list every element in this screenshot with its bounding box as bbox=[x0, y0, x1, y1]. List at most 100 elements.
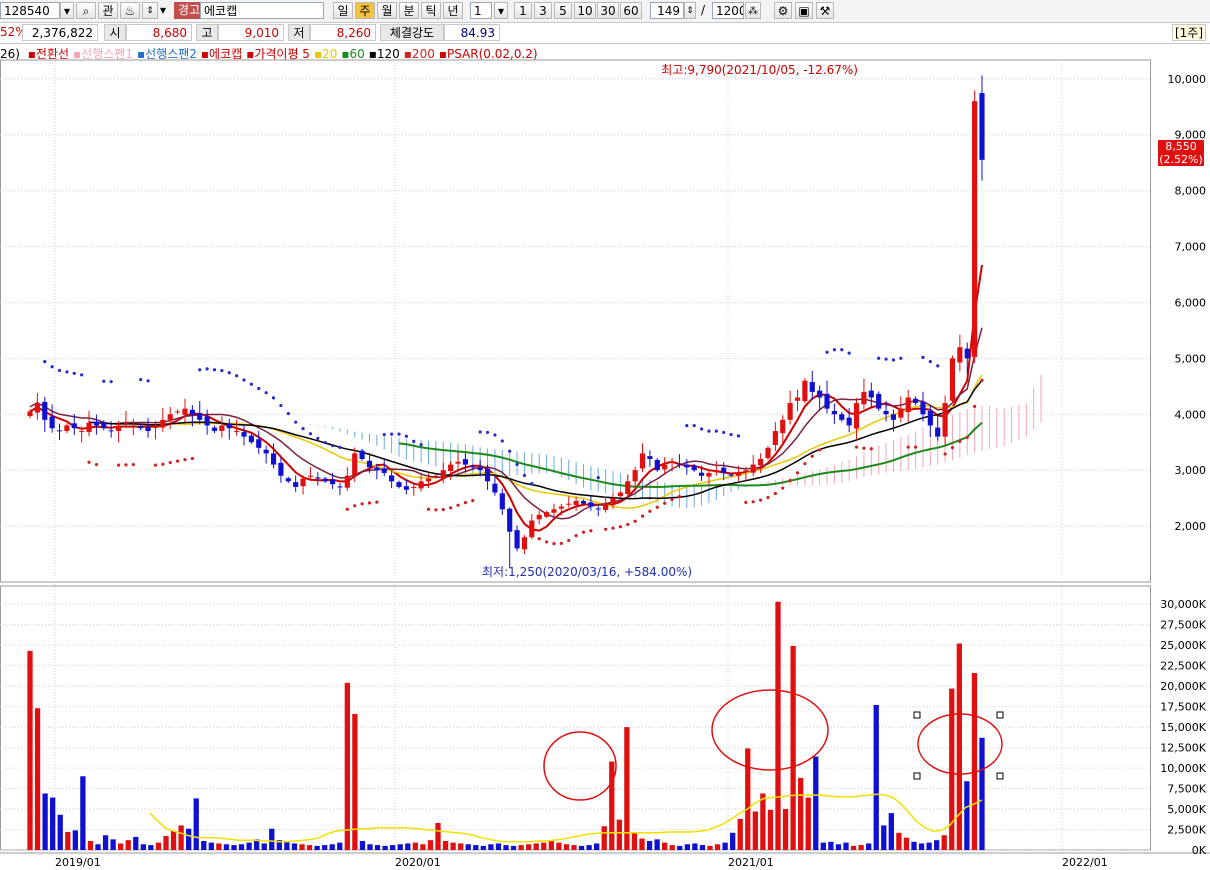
selection-handle bbox=[913, 772, 921, 780]
candle-body bbox=[912, 398, 919, 404]
candle-body bbox=[905, 397, 911, 413]
volume-bar bbox=[382, 845, 388, 850]
candle-body bbox=[691, 465, 697, 471]
volume-bar bbox=[813, 756, 819, 850]
psar-dot bbox=[795, 471, 800, 475]
candle-body bbox=[448, 464, 454, 472]
volume-bar bbox=[34, 708, 41, 850]
psar-dot bbox=[581, 530, 586, 534]
volume-bar bbox=[903, 837, 910, 850]
volume-bar bbox=[956, 643, 962, 850]
psar-dot bbox=[648, 509, 652, 513]
psar-dot bbox=[426, 507, 431, 511]
volume-bar bbox=[782, 809, 789, 850]
volume-bar bbox=[178, 825, 184, 850]
volume-tick-label: 30,000K bbox=[1160, 598, 1206, 611]
psar-dot bbox=[50, 365, 54, 369]
candle-body bbox=[381, 468, 387, 473]
volume-bar bbox=[526, 844, 532, 850]
volume-bar bbox=[775, 601, 781, 850]
psar-dot bbox=[744, 500, 748, 504]
psar-dot bbox=[264, 391, 268, 395]
volume-bar bbox=[518, 845, 524, 850]
candle-body bbox=[189, 409, 195, 415]
volume-bar bbox=[541, 842, 547, 850]
candle-body bbox=[359, 450, 365, 459]
price-tick-label: 5,000 bbox=[1175, 352, 1207, 365]
volume-bar bbox=[314, 845, 320, 850]
candle-body bbox=[433, 475, 439, 477]
psar-dot bbox=[840, 348, 844, 352]
candle-body bbox=[101, 422, 107, 429]
volume-tick-label: 17,500K bbox=[1160, 701, 1206, 714]
candle-body bbox=[93, 421, 100, 426]
candle-body bbox=[411, 486, 417, 488]
psar-dot bbox=[183, 458, 187, 462]
candle-body bbox=[484, 468, 491, 482]
psar-dot bbox=[500, 439, 504, 443]
volume-bar bbox=[979, 737, 985, 850]
psar-dot bbox=[589, 529, 593, 533]
candle-body bbox=[684, 464, 690, 468]
psar-dot bbox=[596, 476, 600, 480]
candle-body bbox=[123, 422, 129, 424]
volume-bar bbox=[480, 845, 486, 850]
psar-dot bbox=[330, 444, 335, 448]
volume-bar bbox=[798, 777, 804, 850]
price-tick-label: 8,000 bbox=[1175, 185, 1207, 198]
volume-bar bbox=[639, 838, 645, 850]
volume-bar bbox=[510, 845, 517, 850]
volume-bar bbox=[397, 844, 403, 850]
volume-bar bbox=[299, 844, 305, 850]
candle-body bbox=[455, 461, 461, 464]
candle-body bbox=[942, 403, 948, 437]
psar-dot bbox=[257, 386, 261, 391]
price-badge-change: (2.52%) bbox=[1159, 153, 1203, 166]
psar-dot bbox=[936, 364, 940, 368]
volume-bar bbox=[80, 776, 86, 850]
volume-bar bbox=[284, 841, 290, 850]
psar-dot bbox=[847, 351, 851, 355]
volume-bar bbox=[835, 844, 842, 850]
candle-body bbox=[794, 397, 801, 401]
psar-dot bbox=[419, 443, 423, 447]
psar-dot bbox=[478, 430, 482, 434]
psar-dot bbox=[212, 368, 217, 372]
volume-bar bbox=[412, 842, 418, 850]
psar-dot bbox=[544, 540, 549, 544]
volume-bar bbox=[866, 843, 872, 850]
x-tick-label: 2020/01 bbox=[395, 856, 441, 869]
psar-dot bbox=[884, 357, 888, 361]
volume-bar bbox=[390, 845, 396, 850]
candle-body bbox=[809, 381, 815, 392]
candle-body bbox=[115, 425, 122, 432]
candle-body bbox=[706, 472, 712, 477]
candle-body bbox=[315, 477, 321, 479]
candle-body bbox=[536, 514, 542, 520]
volume-tick-label: 27,500K bbox=[1160, 619, 1206, 632]
psar-dot bbox=[508, 449, 512, 453]
candle-body bbox=[285, 478, 291, 482]
candle-body bbox=[721, 467, 727, 473]
psar-dot bbox=[751, 500, 755, 504]
volume-bar bbox=[699, 845, 706, 850]
psar-dot bbox=[382, 432, 386, 437]
volume-bar bbox=[495, 843, 502, 850]
volume-bar bbox=[170, 831, 177, 850]
volume-bar bbox=[601, 826, 607, 850]
psar-dot bbox=[463, 501, 468, 505]
volume-bar bbox=[231, 845, 237, 850]
volume-bar bbox=[27, 650, 33, 850]
psar-dot bbox=[862, 446, 866, 450]
candle-body bbox=[329, 479, 336, 485]
volume-bar bbox=[684, 844, 690, 850]
volume-tick-label: 10,000K bbox=[1160, 762, 1206, 775]
volume-bar bbox=[420, 844, 426, 850]
psar-dot bbox=[810, 454, 814, 458]
volume-bar bbox=[609, 761, 615, 850]
psar-dot bbox=[116, 463, 121, 467]
candle-body bbox=[167, 414, 173, 420]
candle-body bbox=[831, 410, 837, 415]
candle-body bbox=[957, 347, 963, 363]
volume-bar bbox=[140, 844, 146, 850]
